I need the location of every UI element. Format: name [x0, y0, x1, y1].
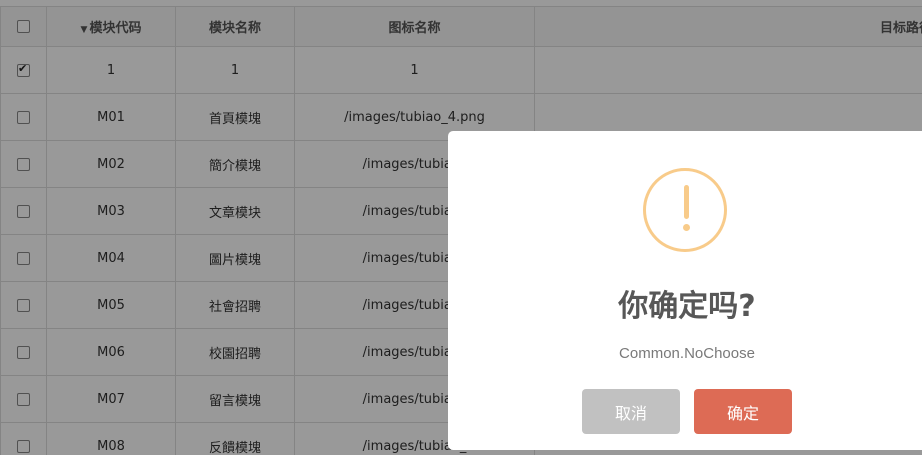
confirm-dialog: 你确定吗? Common.NoChoose 取消 确定 [448, 131, 922, 450]
dialog-title: 你确定吗? [618, 289, 756, 324]
dialog-message: Common.NoChoose [619, 345, 755, 362]
warning-icon-dot [683, 224, 690, 231]
cancel-button[interactable]: 取消 [582, 389, 680, 434]
confirm-button[interactable]: 确定 [694, 389, 792, 434]
warning-icon [643, 168, 727, 252]
warning-icon-bar [684, 185, 689, 219]
